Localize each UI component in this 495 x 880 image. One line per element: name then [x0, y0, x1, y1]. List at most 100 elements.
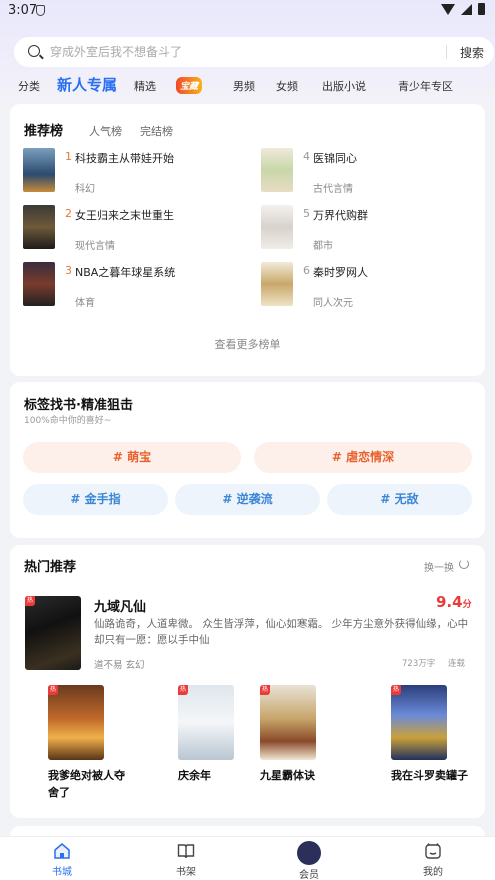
book-cover — [23, 148, 55, 192]
search-input[interactable] — [50, 42, 420, 62]
tag-pill[interactable]: # 逆袭流 — [175, 484, 320, 515]
book-cover: 热 — [48, 685, 104, 760]
wifi-icon — [441, 3, 455, 15]
bottom-navigation: 书城 书架 会员 我的 — [0, 836, 495, 880]
nav-label: 会员 — [299, 870, 319, 880]
hot-badge: 热 — [25, 596, 35, 606]
vip-icon — [297, 841, 321, 865]
more-rankings-link[interactable]: 查看更多榜单 — [10, 336, 485, 352]
profile-icon — [425, 843, 441, 859]
book-cover: 热 — [178, 685, 234, 760]
book-title: 女王归来之末世重生 — [75, 209, 174, 222]
status-bar: 3:07 — [0, 0, 495, 22]
hot-badge: 热 — [260, 685, 270, 695]
category-tabs: 分类 新人专属 精选 宝藏 男频 女频 出版小说 青少年专区 — [0, 72, 495, 100]
nav-label: 书架 — [176, 867, 196, 878]
refresh-icon[interactable] — [459, 559, 469, 569]
book-title: 秦时罗网人 — [313, 266, 368, 279]
rank-item[interactable]: 3 NBA之暮年球星系统 体育 — [23, 262, 243, 309]
nav-membership[interactable]: 会员 — [279, 841, 339, 880]
status-time: 3:07 — [8, 3, 38, 18]
book-genre: 古代言情 — [313, 184, 353, 195]
nav-label: 书城 — [52, 867, 72, 878]
book-genre: 现代言情 — [75, 241, 115, 252]
search-button[interactable]: 搜索 — [460, 44, 484, 61]
tag-pill[interactable]: # 虐恋情深 — [254, 442, 472, 473]
rank-number: 1 — [65, 150, 72, 163]
shield-icon — [36, 5, 45, 16]
tag-pill[interactable]: # 萌宝 — [23, 442, 241, 473]
featured-book-title[interactable]: 九域凡仙 — [94, 596, 146, 615]
book-title: 医锦同心 — [313, 152, 357, 165]
tab-male[interactable]: 男频 — [233, 78, 255, 94]
tag-search-card: 标签找书·精准狙击 100%命中你的喜好~ # 萌宝 # 虐恋情深 # 金手指 … — [10, 382, 485, 538]
featured-book-cover[interactable]: 热 — [25, 596, 81, 670]
rank-number: 6 — [303, 264, 310, 277]
nav-mine[interactable]: 我的 — [403, 842, 463, 878]
book-cover — [261, 148, 293, 192]
featured-book-wordcount: 723万字 — [402, 659, 436, 669]
rank-number: 2 — [65, 207, 72, 220]
nav-bookstore[interactable]: 书城 — [32, 842, 92, 878]
rank-item[interactable]: 5 万界代购群 都市 — [261, 205, 481, 252]
tag-search-title: 标签找书·精准狙击 — [24, 398, 133, 413]
signal-icon — [461, 3, 472, 15]
book-title: NBA之暮年球星系统 — [75, 266, 176, 279]
tab-finished-rank[interactable]: 完结榜 — [140, 123, 173, 139]
book-title: 万界代购群 — [313, 209, 368, 222]
book-genre: 都市 — [313, 241, 333, 252]
search-divider — [446, 45, 447, 59]
book-cover: 热 — [260, 685, 316, 760]
book-icon — [177, 844, 195, 859]
hot-badge: 热 — [391, 685, 401, 695]
search-icon — [28, 45, 40, 57]
tab-category[interactable]: 分类 — [18, 78, 40, 94]
tab-treasure[interactable]: 宝藏 — [176, 77, 203, 94]
battery-icon — [478, 3, 485, 15]
book-genre: 同人次元 — [313, 298, 353, 309]
book-genre: 体育 — [75, 298, 95, 309]
hot-title: 热门推荐 — [24, 560, 77, 575]
tab-popular-rank[interactable]: 人气榜 — [89, 123, 122, 139]
book-cover — [23, 262, 55, 306]
rank-item[interactable]: 4 医锦同心 古代言情 — [261, 148, 481, 195]
featured-book-status: 连载 — [448, 659, 466, 669]
refresh-button[interactable]: 换一换 — [424, 559, 454, 574]
tag-search-subtitle: 100%命中你的喜好~ — [24, 416, 112, 426]
hot-recommend-card: 热门推荐 换一换 热 九域凡仙 9.4分 仙路诡奇，人道卑微。 众生皆浮萍，仙心… — [10, 545, 485, 818]
book-title: 九星霸体诀 — [260, 769, 315, 782]
book-title: 我在斗罗卖罐子 — [391, 769, 468, 782]
tab-featured[interactable]: 精选 — [134, 78, 156, 94]
featured-book-description: 仙路诡奇，人道卑微。 众生皆浮萍，仙心如寒霜。 少年方尘意外获得仙缘，心中却只有… — [94, 618, 469, 646]
book-cover — [261, 205, 293, 249]
tab-female[interactable]: 女频 — [276, 78, 298, 94]
tag-pill[interactable]: # 无敌 — [327, 484, 472, 515]
tab-newcomer[interactable]: 新人专属 — [57, 74, 117, 95]
book-cover — [23, 205, 55, 249]
book-cover — [261, 262, 293, 306]
rank-item[interactable]: 1 科技霸主从带娃开始 科幻 — [23, 148, 243, 195]
hot-badge: 热 — [178, 685, 188, 695]
score-value: 9.4 — [436, 593, 463, 611]
book-genre: 科幻 — [75, 184, 95, 195]
book-title: 我爹绝对被人夺舍了 — [48, 769, 125, 799]
tag-pill[interactable]: # 金手指 — [23, 484, 168, 515]
featured-book-author: 道不易 玄幻 — [94, 660, 145, 671]
rank-item[interactable]: 6 秦时罗网人 同人次元 — [261, 262, 481, 309]
nav-bookshelf[interactable]: 书架 — [156, 842, 216, 878]
book-title: 庆余年 — [178, 769, 211, 782]
rank-item[interactable]: 2 女王归来之末世重生 现代言情 — [23, 205, 243, 252]
home-icon — [54, 843, 70, 859]
score-unit: 分 — [462, 600, 472, 610]
status-icons — [441, 3, 485, 15]
tab-published[interactable]: 出版小说 — [322, 78, 366, 94]
search-bar[interactable]: 搜索 — [14, 37, 494, 67]
tab-recommend-rank[interactable]: 推荐榜 — [24, 120, 63, 139]
rank-number: 4 — [303, 150, 310, 163]
rank-number: 5 — [303, 207, 310, 220]
hot-badge: 热 — [48, 685, 58, 695]
tab-youth[interactable]: 青少年专区 — [398, 78, 453, 94]
rank-number: 3 — [65, 264, 72, 277]
featured-book-score: 9.4分 — [436, 592, 472, 611]
nav-label: 我的 — [423, 867, 443, 878]
